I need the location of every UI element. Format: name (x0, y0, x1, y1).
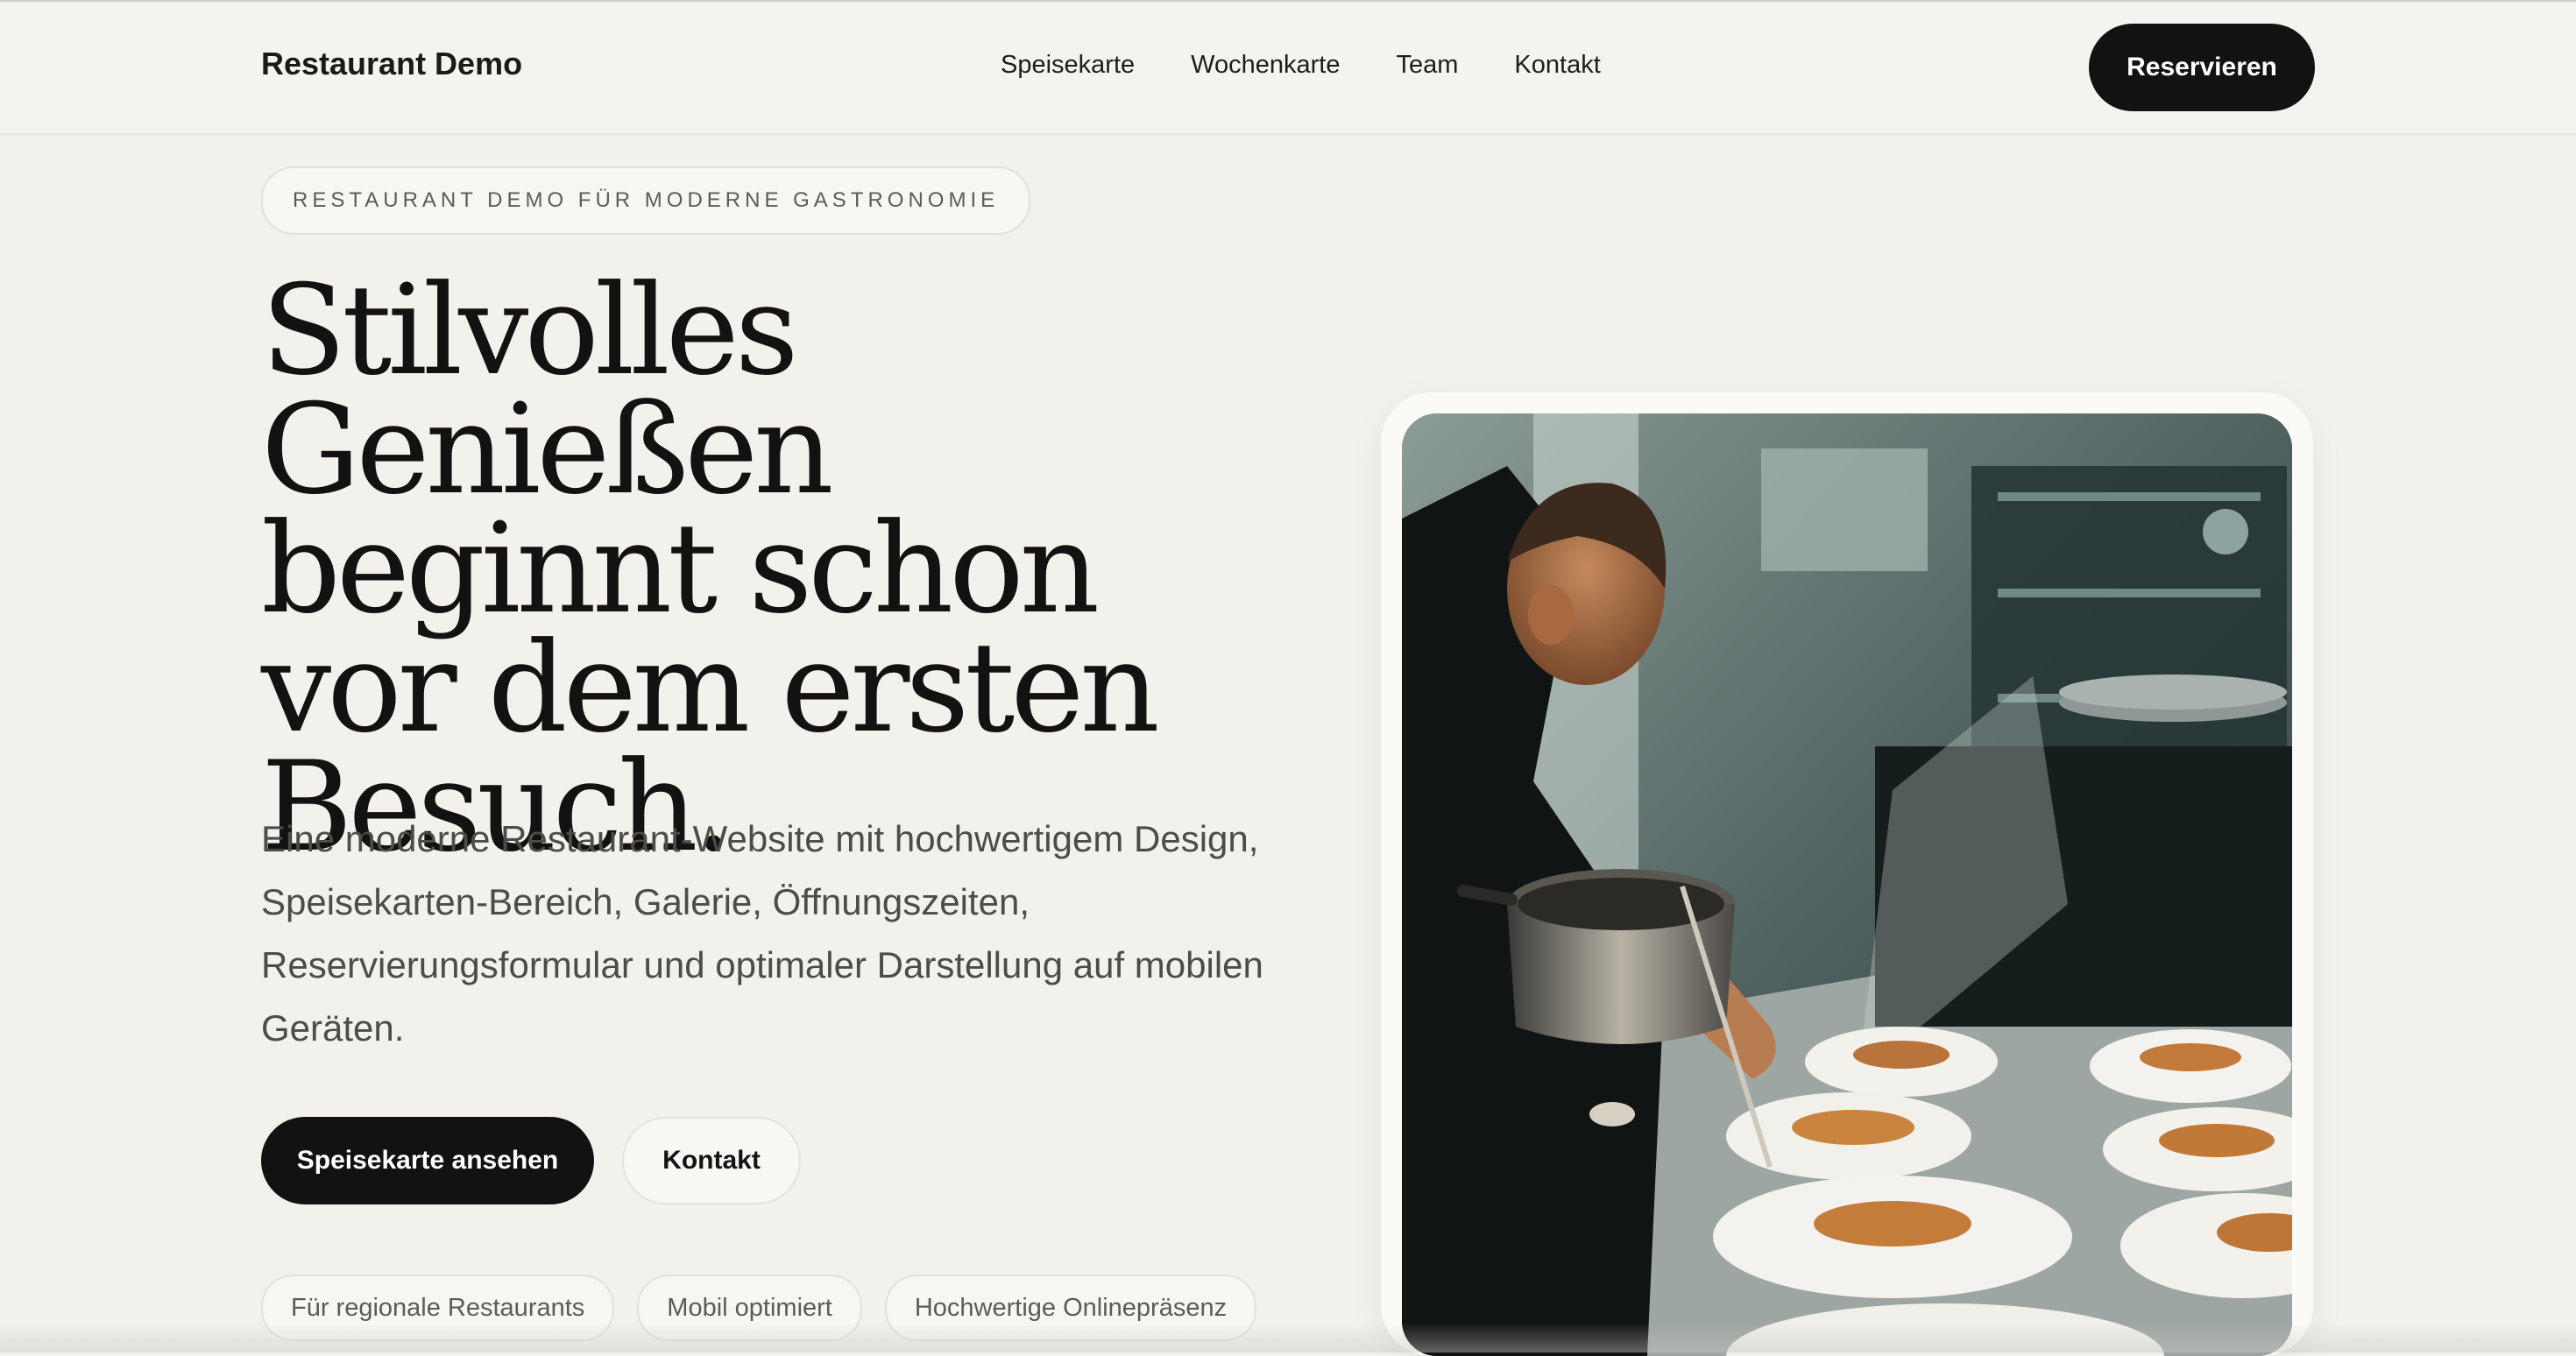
feature-tag: Mobil optimiert (637, 1275, 862, 1341)
view-menu-button[interactable]: Speisekarte ansehen (261, 1117, 594, 1204)
site-header: Restaurant Demo Speisekarte Wochenkarte … (0, 2, 2576, 135)
hero-eyebrow-badge: RESTAURANT DEMO FÜR MODERNE GASTRONOMIE (261, 166, 1031, 235)
contact-button[interactable]: Kontakt (622, 1117, 801, 1204)
hero-image-card (1381, 392, 2313, 1356)
hero-lead-text: Eine moderne Restaurant-Website mit hoch… (261, 818, 1263, 1049)
feature-tag: Für regionale Restaurants (261, 1275, 615, 1341)
hero-title-line: Stilvolles Genießen (261, 258, 834, 522)
reserve-button[interactable]: Reservieren (2089, 24, 2315, 111)
main-nav: Speisekarte Wochenkarte Team Kontakt (1001, 51, 1601, 80)
nav-link-speisekarte[interactable]: Speisekarte (1001, 51, 1135, 80)
feature-tag: Hochwertige Onlinepräsenz (884, 1275, 1257, 1341)
nav-link-kontakt[interactable]: Kontakt (1514, 51, 1600, 80)
nav-link-wochenkarte[interactable]: Wochenkarte (1191, 51, 1340, 80)
hero-title: Stilvolles Genießen beginnt schon vor de… (261, 269, 1313, 870)
feature-tags: Für regionale Restaurants Mobil optimier… (261, 1275, 1257, 1341)
nav-link-team[interactable]: Team (1397, 51, 1459, 80)
chef-plating-photo (1402, 413, 2292, 1356)
brand-logo[interactable]: Restaurant Demo (261, 46, 522, 82)
